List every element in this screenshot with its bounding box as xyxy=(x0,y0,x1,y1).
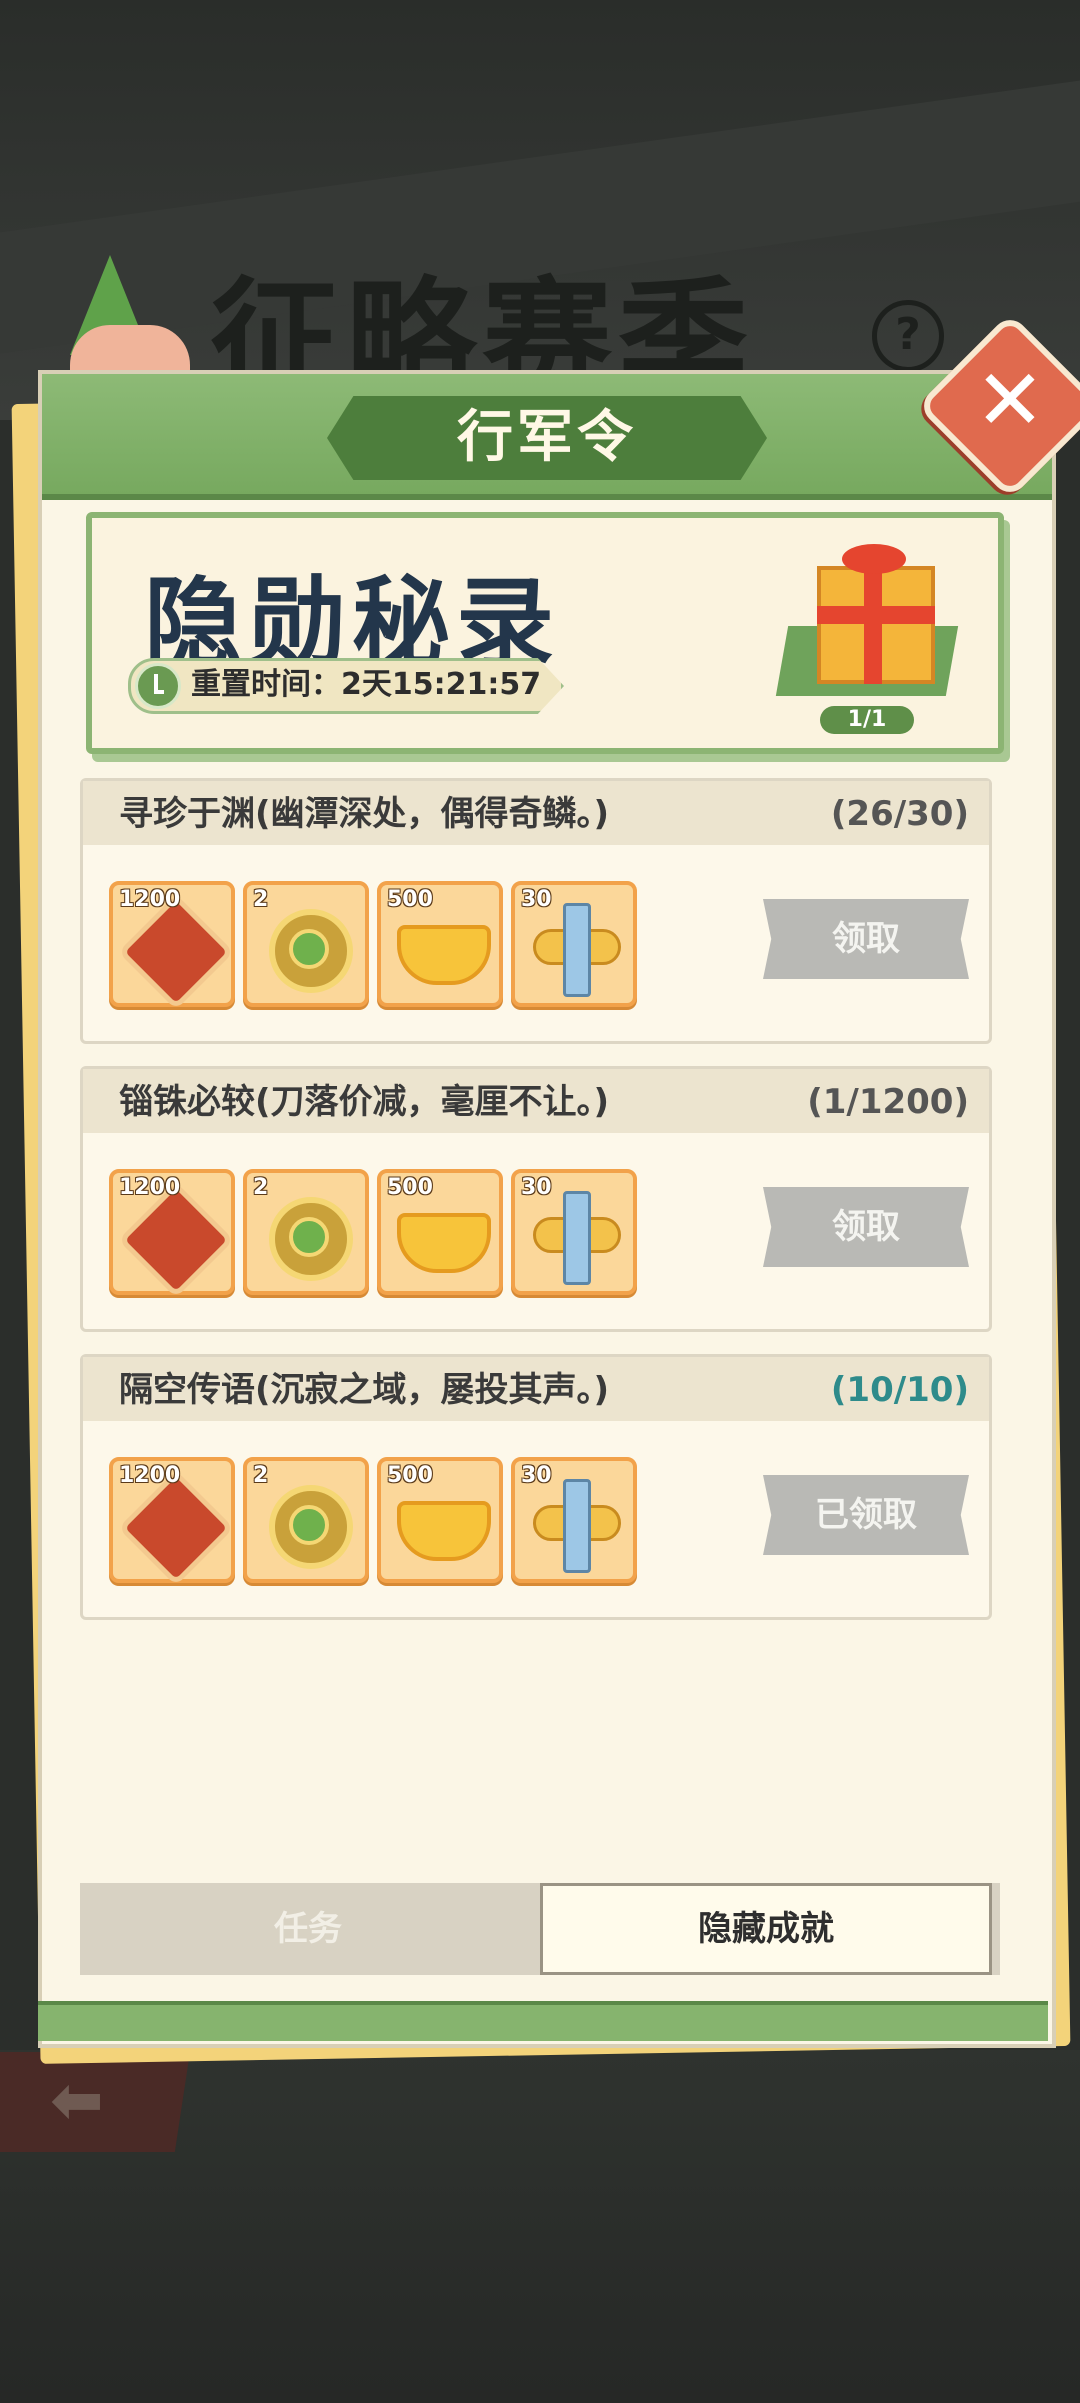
reward-item[interactable]: 30 xyxy=(511,881,637,1007)
header-title-plate: 行军令 xyxy=(327,396,767,480)
task-header: 隔空传语(沉寂之域，屡投其声。) (10/10) xyxy=(83,1357,989,1421)
tab-task[interactable]: 任务 xyxy=(80,1883,536,1975)
reward-item[interactable]: 2 xyxy=(243,1169,369,1295)
reward-item[interactable]: 30 xyxy=(511,1169,637,1295)
reward-item[interactable]: 1200 xyxy=(109,1169,235,1298)
tab-bar: 任务 隐藏成就 xyxy=(80,1883,1000,1975)
task-progress: (26/30) xyxy=(830,794,969,834)
task-progress: (10/10) xyxy=(830,1370,969,1410)
reward-item[interactable]: 2 xyxy=(243,881,369,1007)
back-arrow-icon: ⬅ xyxy=(50,2064,104,2138)
help-icon[interactable]: ? xyxy=(872,300,944,372)
back-button[interactable]: ⬅ xyxy=(0,2052,190,2152)
ingot-icon xyxy=(397,1213,491,1273)
ingot-icon xyxy=(397,925,491,985)
reward-qty: 1200 xyxy=(119,887,181,912)
clock-icon xyxy=(135,663,181,709)
coin-icon xyxy=(269,909,353,993)
reward-item[interactable]: 1200 xyxy=(109,1457,235,1586)
panel-header: 行军令 xyxy=(42,374,1052,500)
reward-qty: 500 xyxy=(387,887,433,912)
reset-timer: 重置时间：2天15:21:57 xyxy=(128,658,564,714)
task-header: 寻珍于渊(幽潭深处，偶得奇鳞。) (26/30) xyxy=(83,781,989,845)
claim-button[interactable]: 领取 xyxy=(763,1187,969,1267)
sword-icon xyxy=(563,1191,591,1285)
reward-item[interactable]: 500 xyxy=(377,1457,503,1583)
task-card: 锱铢必较(刀落价减，毫厘不让。) (1/1200) 1200 2 500 30 … xyxy=(80,1066,992,1332)
gift-count: 1/1 xyxy=(820,706,914,734)
reset-timer-label: 重置时间：2天15:21:57 xyxy=(191,667,542,702)
reward-item[interactable]: 2 xyxy=(243,1457,369,1583)
panel-title: 行军令 xyxy=(457,405,637,470)
reward-qty: 30 xyxy=(521,887,552,912)
claim-button[interactable]: 领取 xyxy=(763,899,969,979)
reward-qty: 2 xyxy=(253,887,269,912)
reward-qty: 30 xyxy=(521,1175,552,1200)
reward-qty: 500 xyxy=(387,1463,433,1488)
task-title: 锱铢必较(刀落价减，毫厘不让。) xyxy=(119,1082,610,1122)
task-header: 锱铢必较(刀落价减，毫厘不让。) (1/1200) xyxy=(83,1069,989,1133)
gift-ribbon xyxy=(817,606,935,624)
close-icon: ✕ xyxy=(974,351,1046,449)
task-progress: (1/1200) xyxy=(807,1082,969,1122)
sword-icon xyxy=(563,903,591,997)
claimed-button[interactable]: 已领取 xyxy=(763,1475,969,1555)
ingot-icon xyxy=(397,1501,491,1561)
reward-item[interactable]: 500 xyxy=(377,881,503,1007)
panel-footer xyxy=(38,2001,1048,2041)
gift-box[interactable]: 1/1 xyxy=(772,536,962,734)
task-card: 隔空传语(沉寂之域，屡投其声。) (10/10) 1200 2 500 30 已… xyxy=(80,1354,992,1620)
reward-qty: 1200 xyxy=(119,1463,181,1488)
reward-qty: 2 xyxy=(253,1463,269,1488)
task-title: 寻珍于渊(幽潭深处，偶得奇鳞。) xyxy=(119,794,610,834)
task-title: 隔空传语(沉寂之域，屡投其声。) xyxy=(119,1370,610,1410)
reward-qty: 500 xyxy=(387,1175,433,1200)
gift-bow xyxy=(842,544,906,574)
gift-ribbon xyxy=(864,566,882,684)
reward-qty: 2 xyxy=(253,1175,269,1200)
reward-item[interactable]: 500 xyxy=(377,1169,503,1295)
sword-icon xyxy=(563,1479,591,1573)
reward-item[interactable]: 1200 xyxy=(109,881,235,1010)
task-card: 寻珍于渊(幽潭深处，偶得奇鳞。) (26/30) 1200 2 500 30 领… xyxy=(80,778,992,1044)
coin-icon xyxy=(269,1197,353,1281)
coin-icon xyxy=(269,1485,353,1569)
hidden-achievement-banner: 隐勋秘录 重置时间：2天15:21:57 1/1 xyxy=(86,512,1004,754)
reward-qty: 30 xyxy=(521,1463,552,1488)
reward-item[interactable]: 30 xyxy=(511,1457,637,1583)
reward-qty: 1200 xyxy=(119,1175,181,1200)
general-avatar xyxy=(50,255,190,395)
tab-hidden-achievements[interactable]: 隐藏成就 xyxy=(540,1883,992,1975)
